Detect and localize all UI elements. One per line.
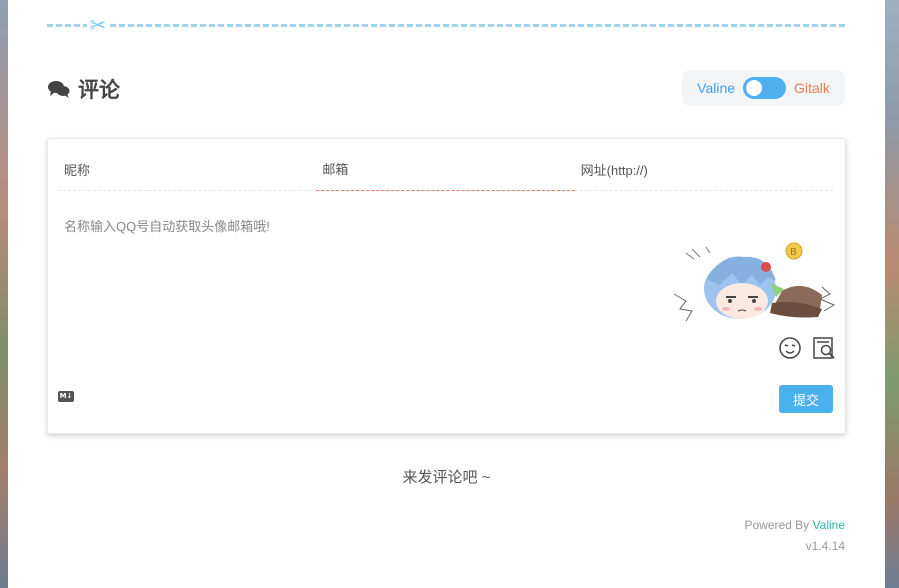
- mail-placeholder: 邮箱: [322, 162, 349, 177]
- powered-by-label: Powered By: [744, 518, 810, 532]
- emoji-icon[interactable]: [778, 336, 802, 360]
- nick-placeholder: 昵称: [64, 162, 91, 178]
- markdown-icon[interactable]: M↓: [58, 391, 74, 402]
- comment-textarea[interactable]: 名称输入QQ号自动获取头像邮箱哦!: [64, 216, 270, 235]
- mascot-illustration: B: [673, 242, 836, 322]
- svg-text:B: B: [790, 247, 797, 258]
- link-field[interactable]: 网址(http://): [575, 147, 833, 191]
- comment-system-toggle[interactable]: [743, 77, 787, 99]
- comments-icon: [48, 81, 70, 98]
- background-right: [885, 0, 899, 588]
- dashed-divider: [47, 24, 845, 27]
- comments-title-text: 评论: [78, 79, 120, 102]
- empty-comments-text: 来发评论吧 ~: [402, 469, 491, 486]
- link-placeholder: 网址(http://): [580, 162, 648, 178]
- submit-button[interactable]: 提交: [779, 385, 833, 413]
- switch-label-valine[interactable]: Valine: [697, 80, 735, 96]
- toggle-knob: [746, 80, 763, 96]
- powered-by: Powered By Valine: [744, 518, 845, 532]
- preview-icon[interactable]: [812, 336, 836, 360]
- mail-field[interactable]: 邮箱: [316, 147, 575, 191]
- version-label: v1.4.14: [805, 539, 845, 553]
- page: ✂ 评论 Valine Gitalk 昵称 邮箱 网址(http://) 名称输…: [8, 0, 885, 588]
- valine-link[interactable]: Valine: [813, 518, 845, 532]
- comments-title: 评论: [48, 74, 120, 104]
- background-left: [0, 0, 8, 588]
- comment-system-switcher: Valine Gitalk: [682, 70, 845, 106]
- switch-label-gitalk[interactable]: Gitalk: [794, 80, 830, 96]
- nick-field[interactable]: 昵称: [58, 147, 316, 191]
- comment-tools: [778, 336, 836, 360]
- comment-fields: 昵称 邮箱 网址(http://): [58, 147, 833, 191]
- comment-form: 昵称 邮箱 网址(http://) 名称输入QQ号自动获取头像邮箱哦! B M↓…: [47, 138, 846, 434]
- scissors-icon: ✂: [87, 14, 109, 36]
